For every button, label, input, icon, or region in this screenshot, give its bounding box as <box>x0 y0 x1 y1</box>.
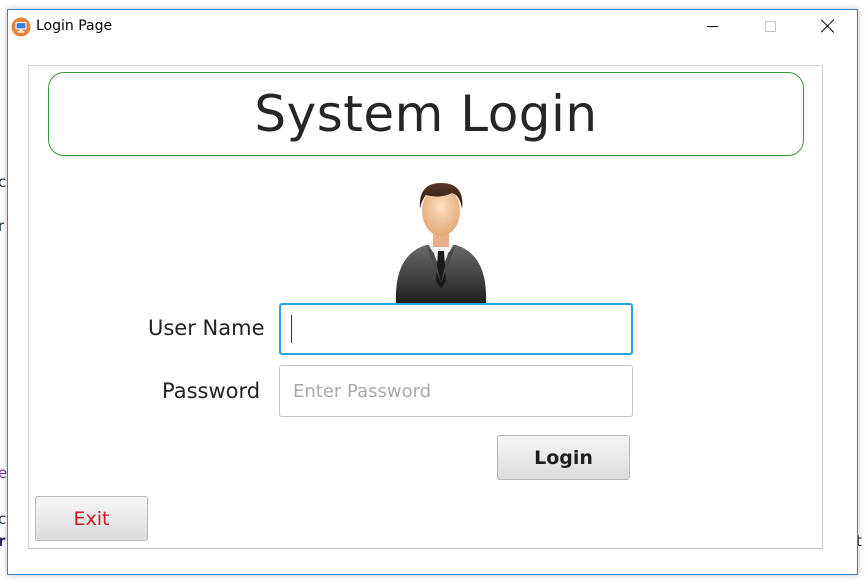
text-cursor <box>291 315 292 343</box>
minimize-button[interactable] <box>683 10 741 42</box>
maximize-icon <box>764 20 776 32</box>
page-title: System Login <box>254 85 598 143</box>
username-input[interactable] <box>279 303 633 355</box>
computer-icon <box>11 17 31 37</box>
close-icon <box>821 19 835 33</box>
exit-button[interactable]: Exit <box>35 496 148 541</box>
background-text-fragment: c <box>0 510 7 528</box>
close-button[interactable] <box>799 10 857 42</box>
password-input[interactable] <box>279 365 633 417</box>
login-button[interactable]: Login <box>497 435 630 480</box>
username-label: User Name <box>148 316 265 340</box>
background-text-fragment: r <box>0 217 5 235</box>
user-businessman-icon <box>395 183 487 303</box>
header-banner: System Login <box>48 72 804 156</box>
minimize-icon <box>706 25 718 27</box>
window-title: Login Page <box>36 18 113 34</box>
background-text-fragment: c <box>0 173 7 191</box>
maximize-button[interactable] <box>741 10 799 42</box>
password-label: Password <box>162 379 261 403</box>
login-window: Login Page System Login User Name Passwo… <box>7 9 858 575</box>
title-bar[interactable]: Login Page <box>8 10 857 42</box>
background-text-fragment: r <box>0 532 6 550</box>
